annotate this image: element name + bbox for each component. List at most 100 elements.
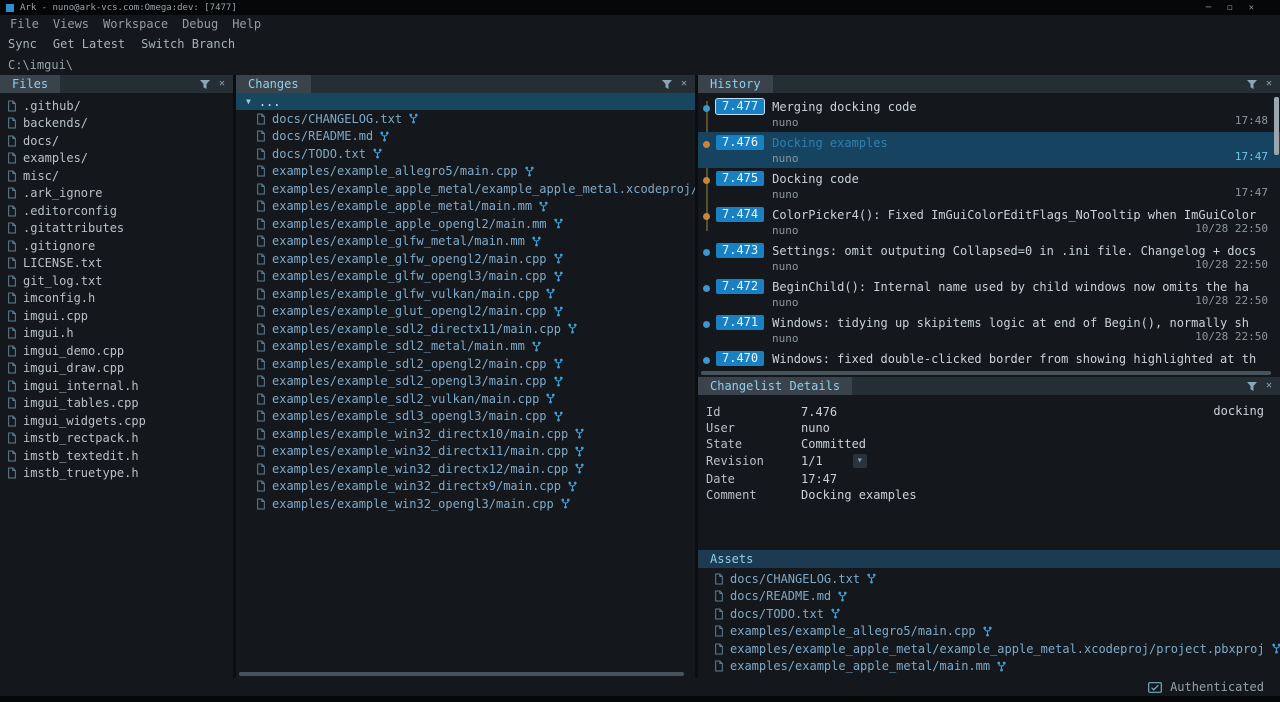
changed-file-row[interactable]: examples/example_sdl2_directx11/main.cpp bbox=[236, 320, 695, 338]
filter-icon[interactable] bbox=[1247, 382, 1257, 391]
changed-file-row[interactable]: examples/example_win32_opengl3/main.cpp bbox=[236, 495, 695, 513]
revision-select[interactable]: 1/1 ▾ bbox=[801, 454, 867, 468]
changed-file-row[interactable]: examples/example_sdl3_opengl3/main.cpp bbox=[236, 408, 695, 426]
file-tree-item[interactable]: docs/ bbox=[0, 132, 233, 150]
file-tree-item[interactable]: imgui.cpp bbox=[0, 307, 233, 325]
close-panel-icon[interactable]: ✕ bbox=[1266, 79, 1272, 89]
revision-badge[interactable]: 7.476 bbox=[716, 135, 764, 150]
asset-file-row[interactable]: docs/TODO.txt bbox=[698, 605, 1280, 623]
changed-file-row[interactable]: examples/example_sdl2_opengl3/main.cpp bbox=[236, 373, 695, 391]
history-commit-row[interactable]: 7.471 Windows: tidying up skipitems logi… bbox=[698, 312, 1280, 348]
asset-file-row[interactable]: docs/CHANGELOG.txt bbox=[698, 570, 1280, 588]
comment-text[interactable]: Docking examples bbox=[801, 488, 917, 502]
changed-file-row[interactable]: examples/example_win32_directx11/main.cp… bbox=[236, 443, 695, 461]
history-commit-row[interactable]: 7.470 Windows: fixed double-clicked bord… bbox=[698, 348, 1280, 369]
revision-badge[interactable]: 7.472 bbox=[716, 279, 764, 294]
toolbar-button[interactable]: Get Latest bbox=[53, 37, 125, 51]
file-tree-item[interactable]: backends/ bbox=[0, 115, 233, 133]
minimize-icon[interactable]: ─ bbox=[1206, 3, 1211, 13]
changes-root-row[interactable]: ▼ ... bbox=[236, 93, 695, 110]
history-commit-row[interactable]: 7.474 ColorPicker4(): Fixed ImGuiColorEd… bbox=[698, 204, 1280, 240]
history-commit-row[interactable]: 7.472 BeginChild(): Internal name used b… bbox=[698, 276, 1280, 312]
file-tree-item[interactable]: imstb_textedit.h bbox=[0, 447, 233, 465]
assets-panel-title[interactable]: Assets bbox=[698, 550, 765, 568]
close-panel-icon[interactable]: ✕ bbox=[681, 79, 687, 89]
file-tree-item[interactable]: examples/ bbox=[0, 150, 233, 168]
menu-item[interactable]: Debug bbox=[182, 17, 218, 31]
changed-file-row[interactable]: examples/example_win32_directx9/main.cpp bbox=[236, 478, 695, 496]
asset-file-row[interactable]: examples/example_allegro5/main.cpp bbox=[698, 623, 1280, 641]
filter-icon[interactable] bbox=[1247, 80, 1257, 89]
changes-horizontal-scrollbar[interactable] bbox=[236, 670, 695, 678]
file-tree-item[interactable]: misc/ bbox=[0, 167, 233, 185]
toolbar-button[interactable]: Sync bbox=[8, 37, 37, 51]
toolbar-button[interactable]: Switch Branch bbox=[141, 37, 235, 51]
history-panel-title[interactable]: History bbox=[698, 75, 773, 93]
revision-badge[interactable]: 7.475 bbox=[716, 171, 764, 186]
changed-file-row[interactable]: examples/example_glfw_opengl3/main.cpp bbox=[236, 268, 695, 286]
file-tree-item[interactable]: .gitattributes bbox=[0, 220, 233, 238]
asset-file-row[interactable]: docs/README.md bbox=[698, 588, 1280, 606]
menu-item[interactable]: Help bbox=[232, 17, 261, 31]
revision-badge[interactable]: 7.470 bbox=[716, 351, 764, 366]
revision-badge[interactable]: 7.473 bbox=[716, 243, 764, 258]
files-panel-title[interactable]: Files bbox=[0, 75, 60, 93]
changed-file-row[interactable]: examples/example_glfw_opengl2/main.cpp bbox=[236, 250, 695, 268]
revision-badge[interactable]: 7.471 bbox=[716, 315, 764, 330]
file-tree-item[interactable]: .editorconfig bbox=[0, 202, 233, 220]
changed-file-row[interactable]: docs/TODO.txt bbox=[236, 145, 695, 163]
filter-icon[interactable] bbox=[200, 80, 210, 89]
asset-file-row[interactable]: examples/example_apple_metal/main.mm bbox=[698, 658, 1280, 676]
maximize-icon[interactable]: ◻ bbox=[1227, 3, 1232, 13]
changed-file-row[interactable]: examples/example_glut_opengl2/main.cpp bbox=[236, 303, 695, 321]
changed-file-row[interactable]: examples/example_glfw_metal/main.mm bbox=[236, 233, 695, 251]
changed-file-row[interactable]: examples/example_allegro5/main.cpp bbox=[236, 163, 695, 181]
history-horizontal-scrollbar[interactable] bbox=[698, 369, 1280, 377]
revision-badge[interactable]: 7.474 bbox=[716, 207, 764, 222]
changed-file-row[interactable]: examples/example_sdl2_vulkan/main.cpp bbox=[236, 390, 695, 408]
file-tree-item[interactable]: imgui.h bbox=[0, 325, 233, 343]
file-tree-item[interactable]: imconfig.h bbox=[0, 290, 233, 308]
history-vertical-scrollbar[interactable] bbox=[1274, 97, 1279, 155]
menu-item[interactable]: Views bbox=[53, 17, 89, 31]
revision-badge[interactable]: 7.477 bbox=[716, 99, 764, 114]
file-tree-item[interactable]: imgui_internal.h bbox=[0, 377, 233, 395]
asset-file-row[interactable]: examples/example_apple_metal/example_app… bbox=[698, 640, 1280, 658]
changed-file-row[interactable]: examples/example_apple_opengl2/main.mm bbox=[236, 215, 695, 233]
scrollbar-thumb[interactable] bbox=[239, 672, 684, 676]
changed-file-row[interactable]: examples/example_apple_metal/example_app… bbox=[236, 180, 695, 198]
changed-file-row[interactable]: examples/example_sdl2_metal/main.mm bbox=[236, 338, 695, 356]
changed-file-row[interactable]: examples/example_apple_metal/main.mm bbox=[236, 198, 695, 216]
file-tree-item[interactable]: imstb_truetype.h bbox=[0, 465, 233, 483]
file-tree-item[interactable]: imstb_rectpack.h bbox=[0, 430, 233, 448]
file-tree-item[interactable]: imgui_demo.cpp bbox=[0, 342, 233, 360]
changed-file-row[interactable]: docs/CHANGELOG.txt bbox=[236, 110, 695, 128]
details-panel-title[interactable]: Changelist Details bbox=[698, 377, 852, 395]
filter-icon[interactable] bbox=[662, 80, 672, 89]
changed-file-row[interactable]: examples/example_win32_directx10/main.cp… bbox=[236, 425, 695, 443]
changed-file-row[interactable]: examples/example_sdl2_opengl2/main.cpp bbox=[236, 355, 695, 373]
file-tree-item[interactable]: .github/ bbox=[0, 97, 233, 115]
history-commit-row[interactable]: 7.475 Docking code nuno 17:47 bbox=[698, 168, 1280, 204]
history-commit-row[interactable]: 7.473 Settings: omit outputing Collapsed… bbox=[698, 240, 1280, 276]
changed-file-row[interactable]: examples/example_win32_directx12/main.cp… bbox=[236, 460, 695, 478]
file-tree-item[interactable]: imgui_widgets.cpp bbox=[0, 412, 233, 430]
file-tree-item[interactable]: .ark_ignore bbox=[0, 185, 233, 203]
file-tree-item[interactable]: imgui_draw.cpp bbox=[0, 360, 233, 378]
changed-file-row[interactable]: examples/example_glfw_vulkan/main.cpp bbox=[236, 285, 695, 303]
file-tree-item[interactable]: LICENSE.txt bbox=[0, 255, 233, 273]
history-commit-row[interactable]: 7.476 Docking examples nuno 17:47 bbox=[698, 132, 1280, 168]
close-panel-icon[interactable]: ✕ bbox=[1266, 381, 1272, 391]
file-tree-item[interactable]: git_log.txt bbox=[0, 272, 233, 290]
changed-file-row[interactable]: docs/README.md bbox=[236, 128, 695, 146]
chevron-down-icon[interactable]: ▼ bbox=[246, 97, 251, 106]
scrollbar-thumb[interactable] bbox=[701, 371, 1271, 375]
file-tree-item[interactable]: .gitignore bbox=[0, 237, 233, 255]
close-window-icon[interactable]: ✕ bbox=[1249, 3, 1254, 13]
menu-item[interactable]: File bbox=[10, 17, 39, 31]
file-tree-item[interactable]: imgui_tables.cpp bbox=[0, 395, 233, 413]
changes-panel-title[interactable]: Changes bbox=[236, 75, 311, 93]
close-panel-icon[interactable]: ✕ bbox=[219, 79, 225, 89]
history-commit-row[interactable]: 7.477 Merging docking code nuno 17:48 bbox=[698, 96, 1280, 132]
menu-item[interactable]: Workspace bbox=[103, 17, 168, 31]
